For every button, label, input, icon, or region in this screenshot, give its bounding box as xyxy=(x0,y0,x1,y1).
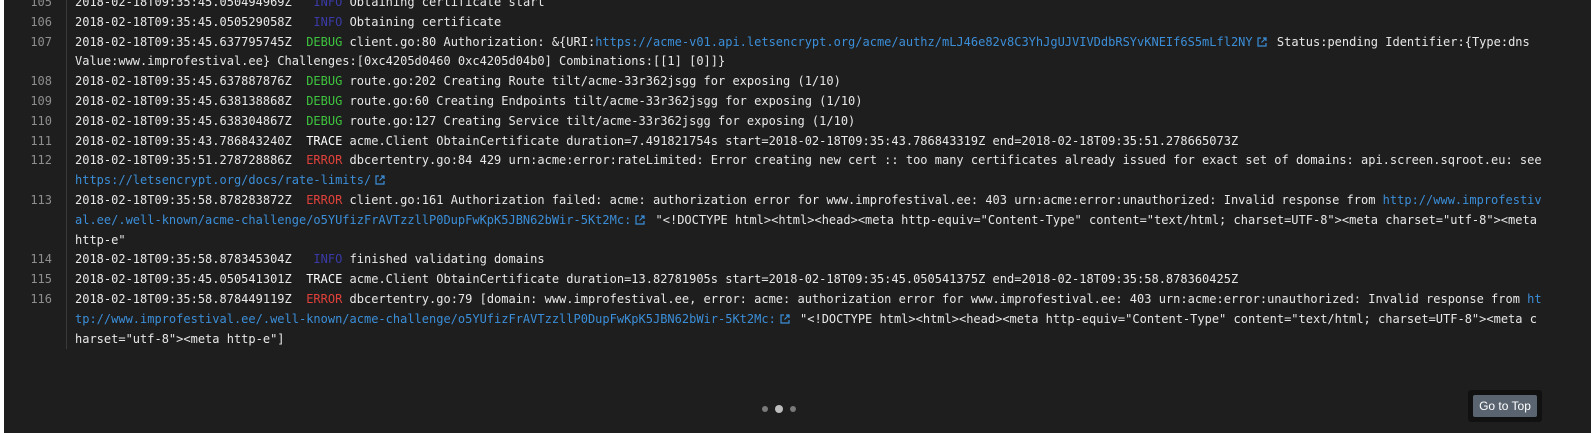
log-text: 2018-02-18T09:35:45.637795745Z DEBUG cli… xyxy=(67,33,1591,73)
log-message: Obtaining certificate start xyxy=(349,0,545,9)
line-number: 110 xyxy=(30,113,52,128)
log-level-debug: DEBUG xyxy=(306,93,343,108)
timestamp: 2018-02-18T09:35:43.786843240Z xyxy=(75,133,307,148)
pager-dot[interactable] xyxy=(762,406,768,412)
log-level-debug: DEBUG xyxy=(306,34,343,49)
log-level-info: INFO xyxy=(306,0,343,9)
log-link[interactable]: https://letsencrypt.org/docs/rate-limits… xyxy=(75,173,371,187)
log-text: 2018-02-18T09:35:45.637887876Z DEBUG rou… xyxy=(67,72,1591,92)
log-line: 111 2018-02-18T09:35:43.786843240Z TRACE … xyxy=(4,131,1591,152)
log-line: 105 2018-02-18T09:35:45.050494969Z INFO O… xyxy=(4,0,1591,13)
log-message: route.go:127 Creating Service tilt/acme-… xyxy=(349,113,856,128)
line-number: 106 xyxy=(30,14,52,29)
log-level-debug: DEBUG xyxy=(306,113,343,128)
log-message: acme.Client ObtainCertificate duration=7… xyxy=(349,133,1239,148)
log-line: 113 2018-02-18T09:35:58.878283872Z ERROR … xyxy=(4,190,1591,251)
log-lines: 105 2018-02-18T09:35:45.050494969Z INFO O… xyxy=(4,0,1591,350)
line-number: 116 xyxy=(30,291,52,306)
log-text: 2018-02-18T09:35:45.050494969Z INFO Obta… xyxy=(67,0,1591,13)
external-link-icon[interactable] xyxy=(631,213,648,227)
log-line: 114 2018-02-18T09:35:58.878345304Z INFO f… xyxy=(4,250,1591,271)
log-text: 2018-02-18T09:35:45.050541301Z TRACE acm… xyxy=(67,270,1591,290)
line-number: 111 xyxy=(30,133,52,148)
log-line: 107 2018-02-18T09:35:45.637795745Z DEBUG … xyxy=(4,32,1591,73)
log-message: acme.Client ObtainCertificate duration=1… xyxy=(349,272,1239,287)
external-link-icon[interactable] xyxy=(1253,35,1270,49)
log-line: 115 2018-02-18T09:35:45.050541301Z TRACE … xyxy=(4,270,1591,290)
log-level-trace: TRACE xyxy=(306,272,343,287)
timestamp: 2018-02-18T09:35:58.878345304Z xyxy=(75,252,307,267)
line-number: 109 xyxy=(30,93,52,108)
log-text: 2018-02-18T09:35:58.878345304Z INFO fini… xyxy=(67,250,1591,270)
log-message: client.go:80 Authorization: &{URI: xyxy=(349,34,596,49)
log-text: 2018-02-18T09:35:58.878449119Z ERROR dbc… xyxy=(67,290,1591,349)
go-to-top-container: Go to Top xyxy=(1468,390,1542,422)
pager-dot[interactable] xyxy=(775,405,783,413)
log-text: 2018-02-18T09:35:45.050529058Z INFO Obta… xyxy=(67,13,1591,33)
timestamp: 2018-02-18T09:35:45.050529058Z xyxy=(75,14,307,29)
timestamp: 2018-02-18T09:35:45.638138868Z xyxy=(75,93,307,108)
timestamp: 2018-02-18T09:35:45.638304867Z xyxy=(75,113,307,128)
log-level-info: INFO xyxy=(306,252,343,267)
timestamp: 2018-02-18T09:35:51.278728886Z xyxy=(75,153,307,168)
log-line: 116 2018-02-18T09:35:58.878449119Z ERROR … xyxy=(4,289,1591,350)
log-line: 106 2018-02-18T09:35:45.050529058Z INFO O… xyxy=(4,12,1591,33)
line-number: 115 xyxy=(30,272,52,287)
timestamp: 2018-02-18T09:35:58.878283872Z xyxy=(75,192,307,207)
external-link-icon[interactable] xyxy=(776,312,793,326)
timestamp: 2018-02-18T09:35:58.878449119Z xyxy=(75,291,307,306)
log-message: client.go:161 Authorization failed: acme… xyxy=(349,192,1383,207)
go-to-top-button[interactable]: Go to Top xyxy=(1473,395,1537,417)
log-line: 110 2018-02-18T09:35:45.638304867Z DEBUG … xyxy=(4,111,1591,132)
external-link-icon[interactable] xyxy=(371,173,388,187)
log-message: dbcertentry.go:84 429 urn:acme:error:rat… xyxy=(349,153,1549,168)
line-number: 113 xyxy=(30,192,52,207)
log-link[interactable]: https://acme-v01.api.letsencrypt.org/acm… xyxy=(595,35,1252,49)
line-number: 108 xyxy=(30,74,52,89)
log-level-info: INFO xyxy=(306,14,343,29)
log-message: route.go:202 Creating Route tilt/acme-33… xyxy=(349,74,841,89)
log-text: 2018-02-18T09:35:45.638138868Z DEBUG rou… xyxy=(67,92,1591,112)
timestamp: 2018-02-18T09:35:45.637887876Z xyxy=(75,74,307,89)
log-viewer[interactable]: 105 2018-02-18T09:35:45.050494969Z INFO O… xyxy=(4,0,1591,433)
log-message: Obtaining certificate xyxy=(349,14,502,29)
log-level-error: ERROR xyxy=(306,153,343,168)
log-level-trace: TRACE xyxy=(306,133,343,148)
line-number: 114 xyxy=(30,252,52,267)
line-number: 105 xyxy=(30,0,52,9)
log-message: route.go:60 Creating Endpoints tilt/acme… xyxy=(349,93,863,108)
timestamp: 2018-02-18T09:35:45.050494969Z xyxy=(75,0,307,9)
log-level-debug: DEBUG xyxy=(306,74,343,89)
log-line: 109 2018-02-18T09:35:45.638138868Z DEBUG … xyxy=(4,91,1591,112)
log-text: 2018-02-18T09:35:45.638304867Z DEBUG rou… xyxy=(67,112,1591,132)
log-text: 2018-02-18T09:35:51.278728886Z ERROR dbc… xyxy=(67,151,1591,191)
pager-dot[interactable] xyxy=(790,406,796,412)
log-message: finished validating domains xyxy=(349,252,545,267)
line-number: 107 xyxy=(30,34,52,49)
log-level-error: ERROR xyxy=(306,192,343,207)
line-number: 112 xyxy=(30,153,52,168)
log-level-error: ERROR xyxy=(306,291,343,306)
log-text: 2018-02-18T09:35:58.878283872Z ERROR cli… xyxy=(67,191,1591,250)
log-text: 2018-02-18T09:35:43.786843240Z TRACE acm… xyxy=(67,132,1591,152)
timestamp: 2018-02-18T09:35:45.637795745Z xyxy=(75,34,307,49)
log-message: dbcertentry.go:79 [domain: www.improfest… xyxy=(349,291,1528,306)
timestamp: 2018-02-18T09:35:45.050541301Z xyxy=(75,272,307,287)
pagination-dots xyxy=(762,405,796,413)
log-line: 112 2018-02-18T09:35:51.278728886Z ERROR … xyxy=(4,151,1591,191)
log-line: 108 2018-02-18T09:35:45.637887876Z DEBUG … xyxy=(4,72,1591,92)
